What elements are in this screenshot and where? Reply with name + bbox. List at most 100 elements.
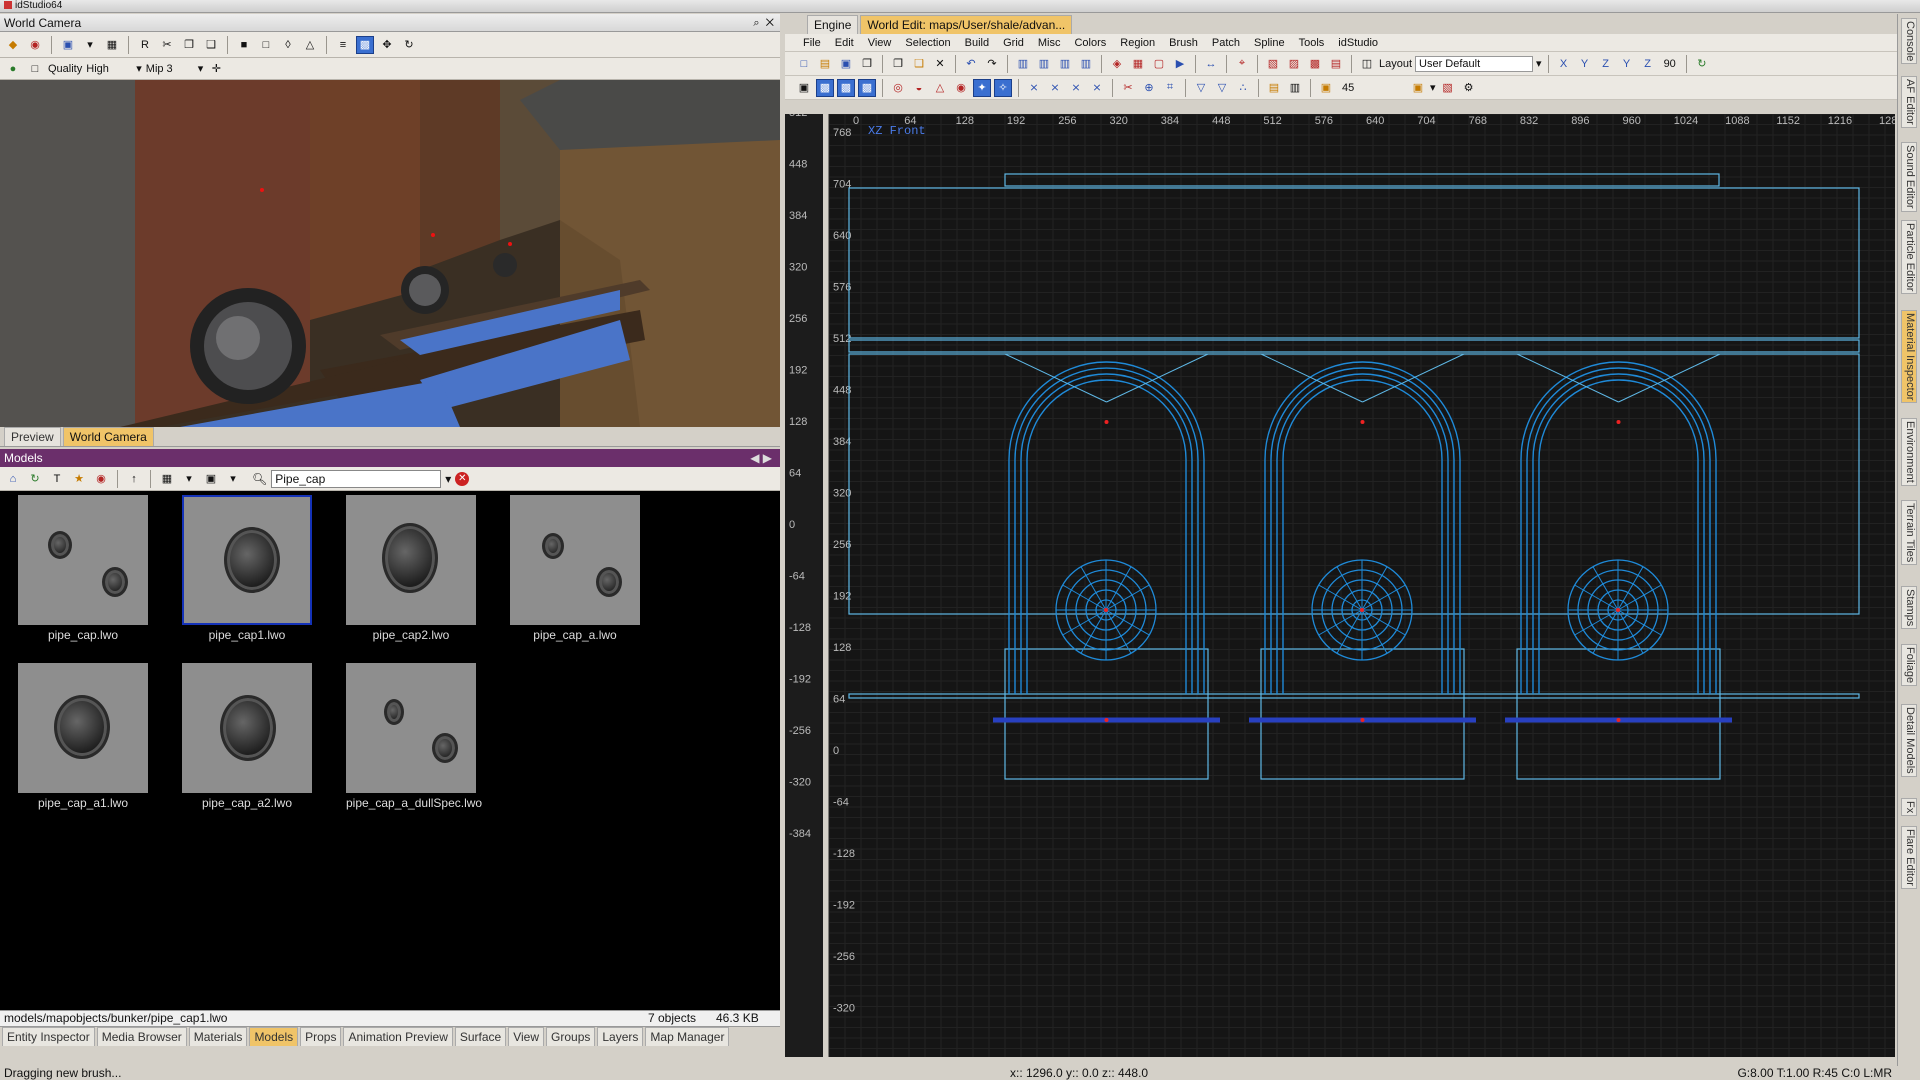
globe-icon[interactable]: ● (4, 60, 22, 78)
model-item[interactable]: pipe_cap_a.lwo (510, 495, 640, 642)
model-item[interactable]: pipe_cap_a_dullSpec.lwo (346, 663, 482, 810)
csg-subtract-icon[interactable]: ◈ (1108, 55, 1126, 73)
dropdown-icon[interactable]: ▾ (81, 36, 99, 54)
triangle-icon[interactable]: △ (301, 36, 319, 54)
tab-world-edit[interactable]: World Edit: maps/User/shale/advan... (860, 15, 1073, 34)
copy-icon[interactable]: ❐ (180, 36, 198, 54)
tab-map-manager[interactable]: Map Manager (645, 1027, 730, 1046)
tab-foliage[interactable]: Foliage (1901, 644, 1917, 687)
model-browser[interactable]: pipe_cap.lwo pipe_cap1.lwo pipe_cap2.lwo… (0, 491, 780, 1010)
tab-sound-editor[interactable]: Sound Editor (1901, 142, 1917, 212)
filter-icon[interactable]: ▽ (1192, 79, 1210, 97)
lock-icon[interactable]: ◊ (279, 36, 297, 54)
shield-icon[interactable]: ◉ (92, 470, 110, 488)
select-mode-icon[interactable]: ▩ (356, 35, 374, 54)
model-item[interactable]: pipe_cap_a2.lwo (182, 663, 312, 810)
text-icon[interactable]: T (48, 470, 66, 488)
tab-material-inspector[interactable]: Material Inspector (1901, 310, 1917, 404)
tab-entity-inspector[interactable]: Entity Inspector (2, 1027, 95, 1046)
home-icon[interactable]: ⌂ (4, 470, 22, 488)
panel-controls-icon[interactable]: ◀ ▶ (750, 449, 772, 467)
tab-animation-preview[interactable]: Animation Preview (343, 1027, 453, 1046)
stop-icon[interactable]: ■ (235, 36, 253, 54)
tab-media-browser[interactable]: Media Browser (96, 1027, 187, 1046)
texture-fit-icon[interactable]: ▨ (1285, 55, 1303, 73)
rotate-icon[interactable]: ↻ (1693, 55, 1711, 73)
render-icon[interactable]: ◆ (4, 36, 22, 54)
sphere-icon[interactable]: ◉ (952, 79, 970, 97)
texture-icon[interactable]: ▧ (1264, 55, 1282, 73)
texture-browser-icon[interactable]: ▧ (1439, 79, 1457, 97)
snap-toggle-icon[interactable]: ⌗ (1161, 79, 1179, 97)
quality-select[interactable]: High (86, 63, 132, 75)
view-icon[interactable]: ▣ (795, 79, 813, 97)
hollow-icon[interactable]: ▢ (1150, 55, 1168, 73)
menu-file[interactable]: File (803, 37, 821, 49)
snap-icon[interactable]: ⨯ (1025, 79, 1043, 97)
select-brush-icon[interactable]: ▩ (816, 78, 834, 97)
wireframe-icon[interactable]: □ (26, 60, 44, 78)
pin-icon[interactable]: ⌕ (753, 17, 759, 29)
model-item[interactable]: pipe_cap_a1.lwo (18, 663, 148, 810)
chevron-down-icon[interactable]: ▾ (224, 470, 242, 488)
camera-icon[interactable]: ▣ (59, 36, 77, 54)
chevron-down-icon[interactable]: ▾ (180, 470, 198, 488)
open-icon[interactable]: ▤ (816, 55, 834, 73)
tab-props[interactable]: Props (300, 1027, 342, 1046)
rotate-snap-icon[interactable]: ▣ (1317, 79, 1335, 97)
tab-console[interactable]: Console (1901, 18, 1917, 65)
axis-z-icon[interactable]: Z (1597, 55, 1615, 73)
bevel-icon[interactable]: ◒ (910, 79, 928, 97)
chevron-down-icon[interactable]: ▾ (198, 62, 204, 75)
tab-flare-editor[interactable]: Flare Editor (1901, 826, 1917, 889)
tab-particle-editor[interactable]: Particle Editor (1901, 220, 1917, 295)
target-icon[interactable]: ⌖ (1233, 55, 1251, 73)
menu-tools[interactable]: Tools (1299, 37, 1325, 49)
axis-yz-icon[interactable]: Y (1618, 55, 1636, 73)
flip-y-icon[interactable]: ▥ (1035, 55, 1053, 73)
menu-build[interactable]: Build (965, 37, 989, 49)
menu-selection[interactable]: Selection (905, 37, 950, 49)
tab-detail-models[interactable]: Detail Models (1901, 704, 1917, 777)
snap3-icon[interactable]: ⨯ (1067, 79, 1085, 97)
search-input[interactable]: Pipe_cap (271, 469, 442, 488)
close-icon[interactable]: ✕ (766, 17, 774, 29)
chevron-down-icon[interactable]: ▾ (1430, 81, 1436, 94)
crosshair-icon[interactable]: ✛ (207, 60, 225, 78)
model-item-selected[interactable]: pipe_cap1.lwo (182, 495, 312, 642)
funnel-icon[interactable]: ▽ (1213, 79, 1231, 97)
redo-icon[interactable]: ↷ (983, 55, 1001, 73)
menu-view[interactable]: View (868, 37, 892, 49)
new-map-icon[interactable]: □ (795, 55, 813, 73)
model-item[interactable]: pipe_cap.lwo (18, 495, 148, 642)
auto-icon[interactable]: ∴ (1234, 79, 1252, 97)
settings-icon[interactable]: ⚙ (1460, 79, 1478, 97)
texture-rotate-icon[interactable]: ▤ (1327, 55, 1345, 73)
select-face-icon[interactable]: ▩ (837, 78, 855, 97)
thumbnail-size-icon[interactable]: ▣ (202, 470, 220, 488)
axis-z2-icon[interactable]: Z (1639, 55, 1657, 73)
star-icon[interactable]: ★ (70, 470, 88, 488)
select-entity-icon[interactable]: ▩ (858, 78, 876, 97)
tab-environment[interactable]: Environment (1901, 418, 1917, 486)
preview-icon[interactable]: ▥ (1286, 79, 1304, 97)
layout-select[interactable]: User Default (1415, 55, 1534, 72)
tab-stamps[interactable]: Stamps (1901, 586, 1917, 630)
texture-lock-icon[interactable]: ▩ (1306, 55, 1324, 73)
menu-patch[interactable]: Patch (1212, 37, 1240, 49)
render-text-button[interactable]: R (136, 36, 154, 54)
mip-select[interactable]: Mip 3 (146, 63, 194, 75)
clear-search-icon[interactable]: ✕ (455, 471, 470, 486)
world-camera-viewport[interactable] (0, 80, 780, 427)
menu-idstudio[interactable]: idStudio (1338, 37, 1378, 49)
vertex-edit-icon[interactable]: ✦ (973, 78, 991, 97)
angle-value[interactable]: 90 (1664, 58, 1676, 70)
edge-edit-icon[interactable]: ✧ (994, 78, 1012, 97)
save-icon[interactable]: ▣ (837, 55, 855, 73)
refresh-icon[interactable]: ↻ (26, 470, 44, 488)
menu-edit[interactable]: Edit (835, 37, 854, 49)
tab-af-editor[interactable]: AF Editor (1901, 76, 1917, 128)
menu-grid[interactable]: Grid (1003, 37, 1024, 49)
flip-z-icon[interactable]: ▥ (1056, 55, 1074, 73)
layers-icon[interactable]: ◫ (1358, 55, 1376, 73)
